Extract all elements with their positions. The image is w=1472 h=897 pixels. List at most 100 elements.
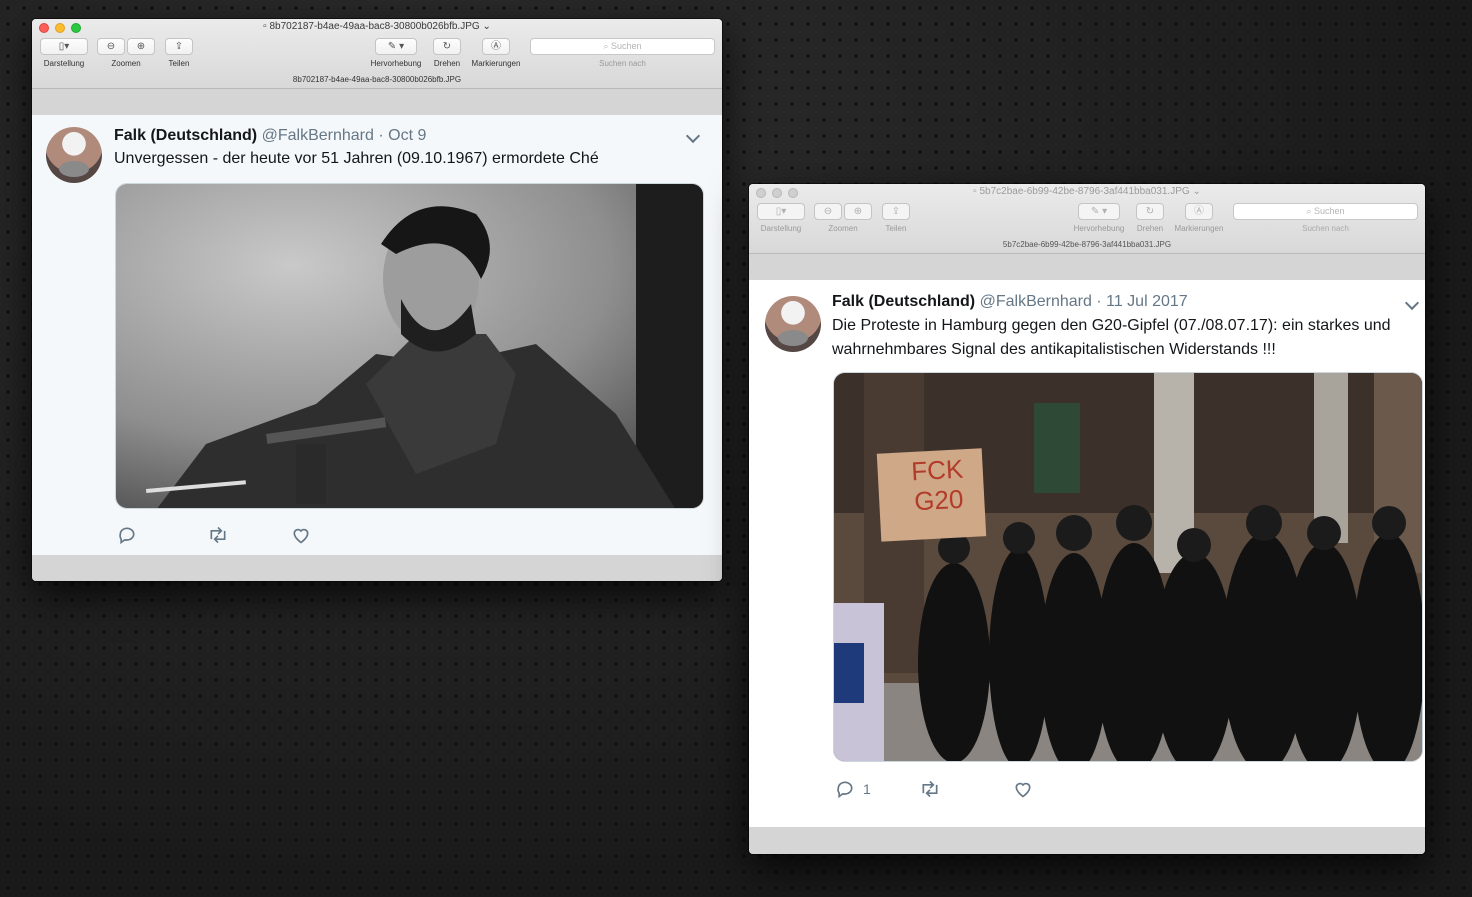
pen-icon: ✎ ▾ bbox=[1090, 206, 1108, 217]
reply-button[interactable]: 1 bbox=[835, 779, 871, 799]
retweet-icon bbox=[210, 526, 226, 544]
zoom-group: ⊖ ⊕ Zoomen bbox=[813, 203, 873, 233]
zoom-out-button[interactable]: ⊖ bbox=[814, 203, 842, 220]
retweet-button[interactable] bbox=[919, 779, 941, 799]
share-icon: ⇪ bbox=[174, 41, 184, 52]
author-name[interactable]: Falk (Deutschland) bbox=[832, 293, 975, 310]
markup-label: Markierungen bbox=[1174, 224, 1224, 233]
reply-icon bbox=[119, 527, 135, 545]
preview-window-1: ▫ 8b702187-b4ae-49aa-bac8-30800b026bfb.J… bbox=[32, 19, 722, 581]
zoom-in-button[interactable]: ⊕ bbox=[844, 203, 872, 220]
markup-button[interactable]: Ⓐ bbox=[482, 38, 510, 55]
rotate-label: Drehen bbox=[433, 59, 461, 68]
highlight-label: Hervorhebung bbox=[370, 59, 422, 68]
sidebar-icon: ▯▾ bbox=[775, 206, 787, 217]
author-name[interactable]: Falk (Deutschland) bbox=[114, 127, 257, 144]
author-handle[interactable]: @FalkBernhard bbox=[262, 127, 374, 144]
zoom-in-icon: ⊕ bbox=[136, 41, 146, 52]
highlight-button[interactable]: ✎ ▾ bbox=[375, 38, 417, 55]
rotate-label: Drehen bbox=[1136, 224, 1164, 233]
markup-label: Markierungen bbox=[471, 59, 521, 68]
portrait-photo bbox=[116, 184, 703, 508]
share-button[interactable]: ⇪ bbox=[882, 203, 910, 220]
rotate-icon: ↻ bbox=[1145, 206, 1155, 217]
zoom-group: ⊖ ⊕ Zoomen bbox=[96, 38, 156, 68]
chevron-down-icon[interactable] bbox=[1404, 295, 1420, 311]
document-gutter bbox=[32, 89, 722, 115]
filename-subtitle: 5b7c2bae-6b99-42be-8796-3af441bba031.JPG bbox=[1002, 240, 1172, 249]
zoom-label: Zoomen bbox=[828, 224, 858, 233]
file-icon: ▫ bbox=[973, 186, 977, 197]
markup-button[interactable]: Ⓐ bbox=[1185, 203, 1213, 220]
like-button[interactable] bbox=[291, 525, 311, 545]
retweet-button[interactable] bbox=[207, 525, 229, 545]
zoom-out-button[interactable]: ⊖ bbox=[97, 38, 125, 55]
search-label: Suchen nach bbox=[599, 59, 646, 68]
tweet: Falk (Deutschland) @FalkBernhard · Oct 9… bbox=[32, 115, 722, 555]
markup-group: Ⓐ Markierungen bbox=[468, 38, 524, 68]
tweet-header: Falk (Deutschland) @FalkBernhard · 11 Ju… bbox=[832, 293, 1188, 311]
view-label: Darstellung bbox=[43, 59, 85, 68]
avatar[interactable] bbox=[765, 296, 821, 352]
search-label: Suchen nach bbox=[1302, 224, 1349, 233]
author-handle[interactable]: @FalkBernhard bbox=[980, 293, 1092, 310]
window-title[interactable]: ▫ 8b702187-b4ae-49aa-bac8-30800b026bfb.J… bbox=[32, 21, 722, 32]
zoom-out-icon: ⊖ bbox=[823, 206, 833, 217]
search-group: ⌕ Suchen Suchen nach bbox=[1233, 203, 1418, 233]
tweet-actions bbox=[117, 525, 373, 545]
rotate-button[interactable]: ↻ bbox=[1136, 203, 1164, 220]
sidebar-toggle-button[interactable]: ▯▾ bbox=[757, 203, 805, 220]
tweet: Falk (Deutschland) @FalkBernhard · 11 Ju… bbox=[749, 280, 1425, 827]
titlebar: ▫ 8b702187-b4ae-49aa-bac8-30800b026bfb.J… bbox=[32, 19, 722, 89]
rotate-group: ↻ Drehen bbox=[432, 38, 462, 68]
avatar[interactable] bbox=[46, 127, 102, 183]
pen-icon: ✎ ▾ bbox=[387, 41, 405, 52]
zoom-label: Zoomen bbox=[111, 59, 141, 68]
search-icon: ⌕ bbox=[1306, 206, 1312, 216]
markup-icon: Ⓐ bbox=[1194, 206, 1204, 217]
tweet-photo[interactable]: FCK G20 bbox=[833, 372, 1423, 762]
like-button[interactable] bbox=[1013, 779, 1033, 799]
tweet-photo[interactable] bbox=[115, 183, 704, 509]
tweet-date[interactable]: · Oct 9 bbox=[378, 127, 426, 144]
highlight-label: Hervorhebung bbox=[1073, 224, 1125, 233]
preview-window-2: ▫ 5b7c2bae-6b99-42be-8796-3af441bba031.J… bbox=[749, 184, 1425, 854]
titlebar: ▫ 5b7c2bae-6b99-42be-8796-3af441bba031.J… bbox=[749, 184, 1425, 254]
view-group: ▯▾ Darstellung bbox=[39, 38, 89, 68]
reply-button[interactable] bbox=[117, 525, 145, 545]
share-label: Teilen bbox=[168, 59, 190, 68]
chevron-down-icon[interactable] bbox=[685, 128, 701, 144]
filename-subtitle: 8b702187-b4ae-49aa-bac8-30800b026bfb.JPG bbox=[292, 75, 462, 84]
search-group: ⌕ Suchen Suchen nach bbox=[530, 38, 715, 68]
document-gutter-bottom bbox=[749, 827, 1425, 854]
document-gutter bbox=[749, 254, 1425, 280]
tweet-date[interactable]: · 11 Jul 2017 bbox=[1096, 293, 1187, 310]
file-icon: ▫ bbox=[263, 21, 267, 32]
window-title[interactable]: ▫ 5b7c2bae-6b99-42be-8796-3af441bba031.J… bbox=[749, 186, 1425, 197]
zoom-in-icon: ⊕ bbox=[853, 206, 863, 217]
heart-icon bbox=[1015, 782, 1031, 798]
view-group: ▯▾ Darstellung bbox=[756, 203, 806, 233]
retweet-icon bbox=[922, 780, 938, 798]
tweet-actions: 1 bbox=[835, 779, 1095, 799]
document-gutter-bottom bbox=[32, 555, 722, 581]
share-group: ⇪ Teilen bbox=[165, 38, 193, 68]
share-label: Teilen bbox=[885, 224, 907, 233]
search-input[interactable]: ⌕ Suchen bbox=[530, 38, 715, 55]
tweet-header: Falk (Deutschland) @FalkBernhard · Oct 9 bbox=[114, 127, 426, 145]
rotate-icon: ↻ bbox=[442, 41, 452, 52]
tweet-text: Unvergessen - der heute vor 51 Jahren (0… bbox=[114, 150, 599, 167]
markup-icon: Ⓐ bbox=[491, 41, 501, 52]
heart-icon bbox=[293, 528, 309, 544]
chevron-down-icon: ⌄ bbox=[482, 21, 491, 32]
reply-icon bbox=[837, 781, 853, 799]
share-button[interactable]: ⇪ bbox=[165, 38, 193, 55]
share-icon: ⇪ bbox=[891, 206, 901, 217]
highlight-button[interactable]: ✎ ▾ bbox=[1078, 203, 1120, 220]
markup-group: Ⓐ Markierungen bbox=[1171, 203, 1227, 233]
zoom-in-button[interactable]: ⊕ bbox=[127, 38, 155, 55]
protest-photo bbox=[834, 373, 1422, 761]
search-input[interactable]: ⌕ Suchen bbox=[1233, 203, 1418, 220]
sidebar-toggle-button[interactable]: ▯▾ bbox=[40, 38, 88, 55]
rotate-button[interactable]: ↻ bbox=[433, 38, 461, 55]
